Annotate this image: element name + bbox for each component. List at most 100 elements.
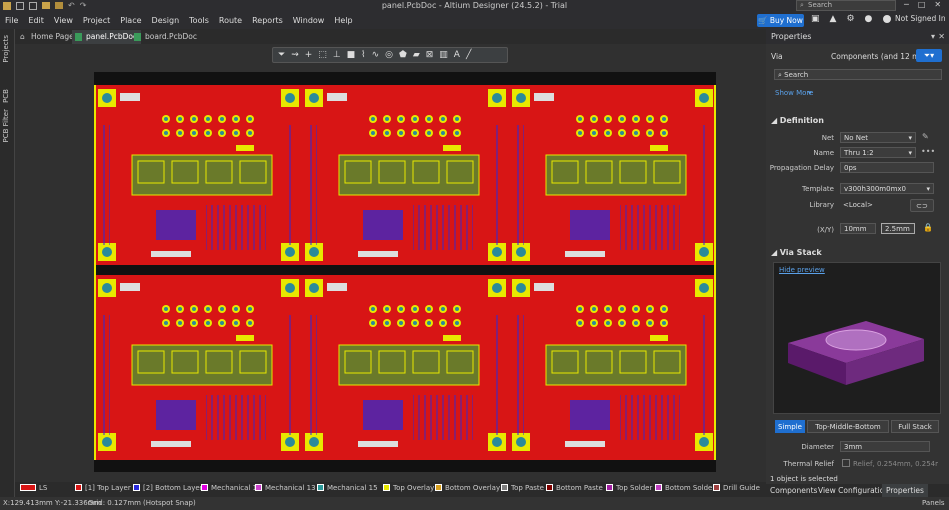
menu-place[interactable]: Place bbox=[115, 12, 146, 29]
via-hole bbox=[220, 321, 224, 325]
panels-button[interactable]: Panels bbox=[922, 499, 945, 507]
region-icon[interactable]: ▰ bbox=[413, 50, 420, 61]
x-field[interactable]: 10mm bbox=[840, 223, 876, 234]
properties-search[interactable]: ⌕ Search bbox=[774, 69, 942, 80]
thermal-relief-checkbox[interactable] bbox=[842, 459, 850, 467]
menu-window[interactable]: Window bbox=[288, 12, 330, 29]
stack-mode-simple[interactable]: Simple bbox=[775, 420, 805, 433]
layer-tab[interactable]: Top Solder bbox=[606, 483, 652, 493]
global-search[interactable]: ⌕ Search bbox=[796, 0, 896, 11]
chart-icon[interactable]: ▥ bbox=[439, 50, 448, 61]
layer-tab[interactable]: Bottom Paste bbox=[546, 483, 603, 493]
menu-edit[interactable]: Edit bbox=[23, 12, 49, 29]
menu-reports[interactable]: Reports bbox=[247, 12, 288, 29]
line-icon[interactable]: ╱ bbox=[466, 50, 471, 61]
lock-icon[interactable]: 🔒 bbox=[923, 223, 933, 232]
text-icon[interactable]: A bbox=[454, 50, 460, 61]
panel-close-icon[interactable]: ✕ bbox=[938, 29, 945, 44]
tab-components[interactable]: Components bbox=[770, 486, 817, 495]
diff-pair-icon[interactable]: ∿ bbox=[372, 50, 380, 61]
grid-size: Grid: 0.127mm bbox=[88, 499, 141, 507]
menu-design[interactable]: Design bbox=[147, 12, 185, 29]
more-icon[interactable]: ••• bbox=[921, 147, 935, 156]
board-instance bbox=[303, 275, 506, 455]
filter-icon[interactable]: ⏷ bbox=[278, 50, 285, 61]
layer-label: Top Paste bbox=[511, 484, 544, 492]
close-icon[interactable]: ✕ bbox=[934, 0, 941, 9]
panel-menu-icon[interactable]: ▾ bbox=[931, 29, 935, 44]
side-tab-pcb-filter[interactable]: PCB Filter bbox=[2, 109, 10, 142]
layer-tab[interactable]: Bottom Overlay bbox=[435, 483, 500, 493]
menu-file[interactable]: File bbox=[0, 12, 23, 29]
side-tab-pcb[interactable]: PCB bbox=[2, 89, 10, 103]
chat-icon[interactable]: ▣ bbox=[811, 14, 820, 24]
via-name-select[interactable]: Thru 1:2 ▾ bbox=[840, 147, 916, 158]
net-picker-icon[interactable]: ✎ bbox=[922, 132, 929, 141]
via-stack-section[interactable]: ◢ Via Stack bbox=[766, 245, 949, 260]
layer-color-swatch bbox=[317, 484, 324, 491]
tab-view-configuration[interactable]: View Configuration bbox=[818, 486, 889, 495]
layer-tab[interactable]: Drill Guide bbox=[713, 483, 760, 493]
layer-tab[interactable]: Top Overlay bbox=[383, 483, 434, 493]
component-icon[interactable]: ■ bbox=[347, 50, 356, 61]
via-hole bbox=[371, 117, 375, 121]
stack-mode-top-middle-bottom[interactable]: Top-Middle-Bottom bbox=[807, 420, 889, 433]
bottom-traces bbox=[413, 205, 473, 250]
settings-icon[interactable]: ⚙ bbox=[846, 14, 854, 24]
layer-color-swatch bbox=[201, 484, 208, 491]
search-icon: ⌕ bbox=[778, 71, 782, 79]
account-icon[interactable]: ● bbox=[865, 14, 873, 24]
pcb-panel-board[interactable] bbox=[94, 72, 716, 472]
minimize-icon[interactable]: ─ bbox=[904, 0, 909, 9]
y-field[interactable]: 2.5mm bbox=[881, 223, 915, 234]
bottom-traces bbox=[514, 315, 524, 435]
buy-now-button[interactable]: 🛒 Buy Now bbox=[757, 14, 804, 27]
net-select[interactable]: No Net ▾ bbox=[840, 132, 916, 143]
diameter-field[interactable]: 3mm bbox=[840, 441, 930, 452]
drc-icon[interactable]: ⊠ bbox=[426, 50, 434, 61]
definition-section[interactable]: ◢ Definition bbox=[766, 113, 949, 128]
via-hole bbox=[234, 321, 238, 325]
propagation-delay-field[interactable]: 0ps bbox=[840, 162, 934, 173]
library-link-button[interactable]: ⊂⊃ bbox=[910, 199, 934, 212]
place-via-icon[interactable]: ◎ bbox=[385, 50, 393, 61]
maximize-icon[interactable]: □ bbox=[918, 0, 926, 9]
bottom-traces bbox=[699, 125, 709, 245]
menu-tools[interactable]: Tools bbox=[184, 12, 214, 29]
tab-board-pcbdoc[interactable]: board.PcbDoc bbox=[131, 30, 201, 44]
thermal-relief-label: Thermal Relief bbox=[783, 460, 834, 468]
selection-filter-button[interactable]: ⏷▾ bbox=[916, 49, 942, 62]
notifications-icon[interactable]: ▲ bbox=[830, 14, 837, 24]
polygon-icon[interactable]: ⬟ bbox=[399, 50, 407, 61]
layer-tab[interactable]: Top Paste bbox=[501, 483, 544, 493]
crosshair-icon[interactable]: + bbox=[305, 50, 313, 61]
stack-mode-full-stack[interactable]: Full Stack bbox=[891, 420, 939, 433]
via-hole bbox=[178, 117, 182, 121]
template-select[interactable]: v300h300m0mx0 ▾ bbox=[840, 183, 934, 194]
global-search-input[interactable]: Search bbox=[808, 1, 832, 9]
tab-properties[interactable]: Properties bbox=[882, 484, 928, 497]
via-hole bbox=[220, 131, 224, 135]
menu-project[interactable]: Project bbox=[78, 12, 115, 29]
layer-tab[interactable]: [1] Top Layer bbox=[75, 483, 131, 493]
menu-help[interactable]: Help bbox=[329, 12, 357, 29]
align-icon[interactable]: ⊥ bbox=[333, 50, 341, 61]
layer-color-swatch bbox=[383, 484, 390, 491]
layer-tab[interactable]: Bottom Solder bbox=[655, 483, 715, 493]
route-icon[interactable]: ⇝ bbox=[291, 50, 299, 61]
layer-tab[interactable]: Mechanical 15 bbox=[317, 483, 378, 493]
layer-tab[interactable]: Mechanical 1 bbox=[201, 483, 257, 493]
layer-tab[interactable]: LS bbox=[20, 483, 47, 493]
document-tabs: ⌂ Home Page panel.PcbDoc board.PcbDoc bbox=[15, 29, 765, 44]
interactive-route-icon[interactable]: ⌇ bbox=[361, 50, 365, 61]
menu-route[interactable]: Route bbox=[214, 12, 247, 29]
layer-tab[interactable]: [2] Bottom Layer bbox=[133, 483, 203, 493]
sign-in-status[interactable]: Not Signed In bbox=[895, 14, 946, 23]
tab-home-page[interactable]: ⌂ Home Page bbox=[17, 30, 78, 44]
via-hole bbox=[164, 131, 168, 135]
menu-view[interactable]: View bbox=[49, 12, 78, 29]
bottom-copper bbox=[156, 210, 196, 240]
side-tab-projects[interactable]: Projects bbox=[2, 35, 10, 63]
select-rect-icon[interactable]: ⬚ bbox=[318, 50, 327, 61]
layer-tab[interactable]: Mechanical 13 bbox=[255, 483, 316, 493]
